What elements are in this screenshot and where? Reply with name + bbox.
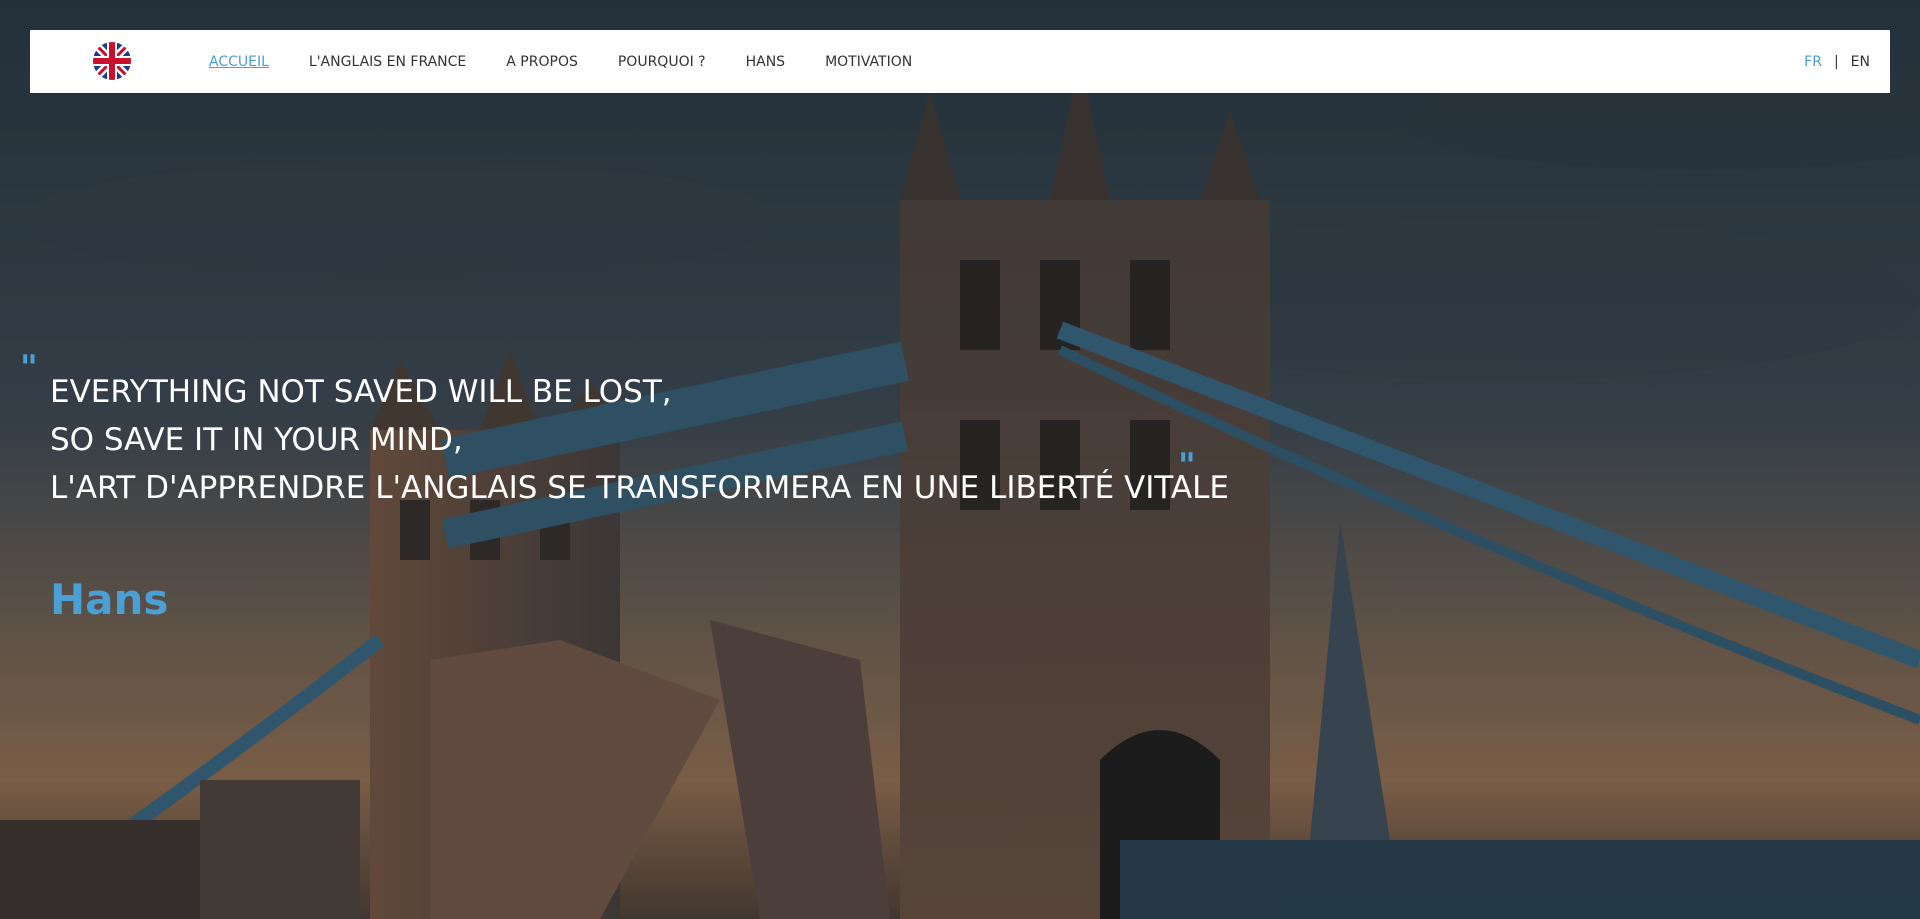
quote-line-2: SO SAVE IT IN YOUR MIND, [50, 422, 463, 458]
nav-item-anglais-en-france[interactable]: L'ANGLAIS EN FRANCE [309, 54, 466, 70]
quote-author: Hans [50, 575, 169, 624]
language-switcher: FR | EN [1804, 30, 1870, 93]
lang-fr-link[interactable]: FR [1804, 54, 1822, 70]
union-jack-flag-icon[interactable] [93, 42, 131, 80]
nav-item-hans[interactable]: HANS [746, 54, 785, 70]
nav-item-accueil[interactable]: ACCUEIL [209, 54, 269, 70]
quote-open-mark: " [20, 348, 38, 388]
lang-en-link[interactable]: EN [1851, 54, 1870, 70]
top-navbar: ACCUEIL L'ANGLAIS EN FRANCE A PROPOS POU… [30, 30, 1890, 93]
quote-line-1: EVERYTHING NOT SAVED WILL BE LOST, [50, 374, 672, 410]
hero-quote: EVERYTHING NOT SAVED WILL BE LOST, SO SA… [50, 368, 1229, 512]
lang-separator: | [1833, 53, 1839, 70]
quote-line-3: L'ART D'APPRENDRE L'ANGLAIS SE TRANSFORM… [50, 470, 1229, 506]
nav-menu: ACCUEIL L'ANGLAIS EN FRANCE A PROPOS POU… [209, 30, 952, 93]
nav-item-a-propos[interactable]: A PROPOS [506, 54, 578, 70]
quote-close-mark: " [1178, 446, 1196, 486]
nav-item-motivation[interactable]: MOTIVATION [825, 54, 912, 70]
nav-item-pourquoi[interactable]: POURQUOI ? [618, 54, 706, 70]
